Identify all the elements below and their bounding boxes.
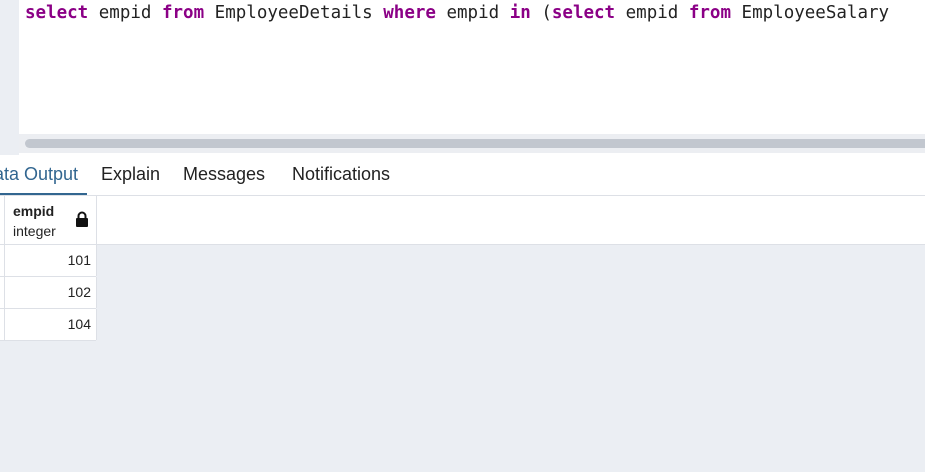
- sql-keyword: select: [551, 3, 616, 23]
- sql-identifier: empid: [615, 3, 689, 23]
- sql-keyword: from: [688, 3, 732, 23]
- table-row[interactable]: 101: [0, 245, 97, 277]
- sql-identifier: EmployeeDetails: [204, 3, 384, 23]
- tab-messages[interactable]: Messages: [183, 155, 265, 193]
- cell-empid[interactable]: 101: [5, 245, 97, 276]
- results-tab-bar: ata Output Explain Messages Notification…: [0, 155, 925, 196]
- sql-keyword: in: [509, 3, 531, 23]
- sql-identifier: (: [530, 3, 552, 23]
- table-row[interactable]: 102: [0, 277, 97, 309]
- sql-keyword: where: [383, 3, 436, 23]
- sql-identifier: EmployeeSalary: [731, 3, 890, 23]
- column-type: integer: [13, 223, 56, 239]
- scrollbar-thumb[interactable]: [25, 139, 925, 148]
- tab-explain[interactable]: Explain: [101, 155, 160, 193]
- column-name: empid: [13, 203, 55, 219]
- sql-keyword: select: [25, 3, 89, 23]
- lock-icon: [76, 211, 88, 227]
- sql-query-line[interactable]: select empid from EmployeeDetails where …: [25, 2, 889, 24]
- column-header-empid[interactable]: empid integer: [5, 196, 97, 244]
- grid-header-row: empid integer: [0, 196, 925, 245]
- tab-notifications[interactable]: Notifications: [292, 155, 390, 193]
- cell-empid[interactable]: 102: [5, 277, 97, 308]
- query-editor[interactable]: select empid from EmployeeDetails where …: [0, 0, 925, 155]
- horizontal-scrollbar[interactable]: [19, 134, 925, 153]
- editor-gutter: [0, 0, 19, 155]
- data-output-grid: empid integer 101 102 104: [0, 196, 925, 472]
- sql-identifier: empid: [435, 3, 510, 23]
- sql-identifier: empid: [88, 3, 162, 23]
- tab-data-output[interactable]: ata Output: [0, 155, 87, 195]
- table-row[interactable]: 104: [0, 309, 97, 341]
- sql-keyword: from: [161, 3, 205, 23]
- cell-empid[interactable]: 104: [5, 309, 97, 340]
